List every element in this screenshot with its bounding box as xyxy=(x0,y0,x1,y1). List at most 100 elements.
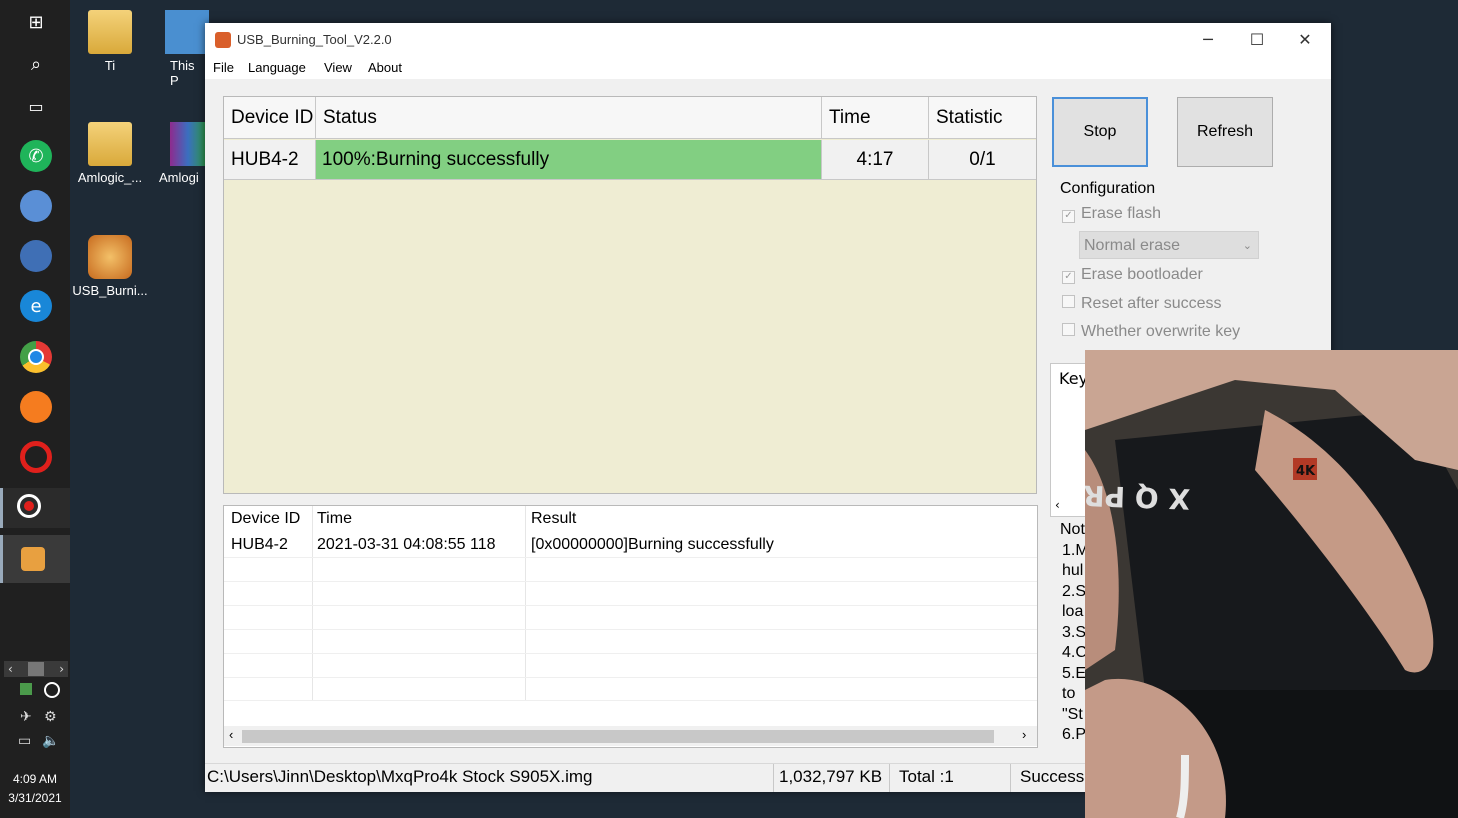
reset-after-success-label: Reset after success xyxy=(1081,295,1222,312)
folder-icon xyxy=(88,122,132,166)
log-header-result[interactable]: Result xyxy=(531,510,576,528)
desktop-icon-amlogic-folder[interactable]: Amlogic_... xyxy=(65,122,155,185)
erase-flash-label: Erase flash xyxy=(1081,205,1162,222)
search-icon[interactable]: ⌕ xyxy=(20,48,52,80)
row-divider xyxy=(224,653,1037,654)
log-cell-time[interactable]: 2021-03-31 04:08:55 118 xyxy=(317,536,496,554)
scroll-right-icon[interactable]: › xyxy=(59,662,64,676)
volume-icon[interactable]: 🔈 xyxy=(42,733,59,749)
title-bar[interactable]: USB_Burning_Tool_V2.2.0 ─ ☐ ✕ xyxy=(205,23,1331,57)
scroll-thumb[interactable] xyxy=(28,662,44,676)
erase-bootloader-label: Erase bootloader xyxy=(1081,266,1203,283)
status-divider xyxy=(1010,764,1011,792)
overwrite-key-checkbox[interactable]: Whether overwrite key xyxy=(1062,323,1240,341)
configuration-title: Configuration xyxy=(1060,180,1156,197)
overwrite-key-label: Whether overwrite key xyxy=(1081,323,1241,340)
grid-header-time[interactable]: Time xyxy=(822,97,929,139)
desktop-icon-label: USB_Burni... xyxy=(72,283,148,298)
reset-after-success-checkbox[interactable]: Reset after success xyxy=(1062,295,1222,313)
edge-icon[interactable]: e xyxy=(20,290,52,322)
device-grid: Device ID Status Time Statistic HUB4-2 1… xyxy=(223,96,1037,494)
row-divider xyxy=(224,677,1037,678)
checkbox-checked-icon: ✓ xyxy=(1062,271,1075,284)
erase-bootloader-checkbox[interactable]: ✓ Erase bootloader xyxy=(1062,266,1203,284)
log-header-time[interactable]: Time xyxy=(317,510,352,528)
update-icon[interactable]: ⚙ xyxy=(44,709,57,725)
desktop-icon-user[interactable]: Ti xyxy=(65,10,155,73)
whatsapp-icon[interactable]: ✆ xyxy=(20,140,52,172)
menu-language[interactable]: Language xyxy=(248,60,306,75)
menu-about[interactable]: About xyxy=(368,60,402,75)
menu-view[interactable]: View xyxy=(324,60,352,75)
maximize-icon[interactable]: ☐ xyxy=(1234,28,1280,52)
log-header-device-id[interactable]: Device ID xyxy=(231,510,300,528)
image-size: 1,032,797 KB xyxy=(779,767,883,786)
total-count: Total :1 xyxy=(899,767,954,786)
log-cell-result[interactable]: [0x00000000]Burning successfully xyxy=(531,536,774,554)
desktop-icon-usb-burning[interactable]: USB_Burni... xyxy=(65,235,155,298)
grid-header-device-id[interactable]: Device ID xyxy=(224,97,316,139)
scroll-left-icon[interactable]: ‹ xyxy=(229,727,233,742)
windows-start-icon[interactable]: ⊞ xyxy=(20,6,52,38)
refresh-button[interactable]: Refresh xyxy=(1177,97,1273,167)
camera-video-overlay: X Q PRO 4K xyxy=(1085,350,1458,818)
grid-cell-time[interactable]: 4:17 xyxy=(822,140,929,180)
firefox-icon[interactable] xyxy=(20,391,52,423)
checkbox-checked-icon: ✓ xyxy=(1062,210,1075,223)
camera-scene: X Q PRO 4K xyxy=(1085,350,1458,818)
stop-button[interactable]: Stop xyxy=(1052,97,1148,167)
image-path: C:\Users\Jinn\Desktop\MxqPro4k Stock S90… xyxy=(207,767,593,786)
taskbar-clock[interactable]: 4:09 AM 3/31/2021 xyxy=(0,770,70,808)
log-list: Device ID Time Result HUB4-2 2021-03-31 … xyxy=(223,505,1038,748)
desktop-icon-this-pc[interactable]: This P xyxy=(145,10,209,88)
record-tray-icon[interactable] xyxy=(44,682,60,698)
row-divider xyxy=(224,605,1037,606)
box-brand-text: X Q PRO xyxy=(1085,478,1191,516)
taskbar-usb-burning-tool[interactable] xyxy=(0,535,70,583)
key-panel-label: Key xyxy=(1059,369,1089,388)
taskbar-scroll[interactable]: ‹ › xyxy=(4,661,68,677)
row-divider xyxy=(224,557,1037,558)
desktop-icon-label: This P xyxy=(170,58,195,88)
record-icon xyxy=(17,494,41,518)
scroll-left-icon[interactable]: ‹ xyxy=(1055,498,1060,512)
taskbar-active-recorder[interactable] xyxy=(0,488,70,528)
grid-cell-statistic[interactable]: 0/1 xyxy=(929,140,1036,180)
display-icon[interactable]: ▭ xyxy=(18,733,31,749)
usb-burning-tool-icon xyxy=(88,235,132,279)
scroll-left-icon[interactable]: ‹ xyxy=(8,662,13,676)
grid-header-statistic[interactable]: Statistic xyxy=(929,97,1036,139)
desktop-icon-amlogic-archive[interactable]: Amlogi xyxy=(145,122,206,185)
nvidia-icon[interactable] xyxy=(20,683,32,695)
user-folder-icon xyxy=(88,10,132,54)
desktop-icon-label: Ti xyxy=(104,58,116,73)
status-divider xyxy=(773,764,774,792)
window-title: USB_Burning_Tool_V2.2.0 xyxy=(237,32,392,47)
clock-date: 3/31/2021 xyxy=(8,791,62,805)
scroll-thumb[interactable] xyxy=(242,730,994,743)
scroll-right-icon[interactable]: › xyxy=(1022,727,1026,742)
task-view-icon[interactable]: ▭ xyxy=(20,90,52,122)
menu-file[interactable]: File xyxy=(213,60,234,75)
minimize-icon[interactable]: ─ xyxy=(1185,28,1231,52)
grid-header-status[interactable]: Status xyxy=(316,97,822,139)
network-icon[interactable]: ✈ xyxy=(20,709,32,725)
configuration-group: Configuration ✓ Erase flash Normal erase … xyxy=(1052,180,1314,350)
success-count: Success: xyxy=(1020,767,1089,786)
grid-cell-status[interactable]: 100%:Burning successfully xyxy=(316,140,822,180)
grid-cell-device-id[interactable]: HUB4-2 xyxy=(224,140,316,180)
app-icon-2[interactable] xyxy=(20,240,52,272)
close-icon[interactable]: ✕ xyxy=(1282,28,1328,52)
checkbox-unchecked-icon xyxy=(1062,295,1075,308)
erase-flash-checkbox[interactable]: ✓ Erase flash xyxy=(1062,205,1161,223)
checkbox-unchecked-icon xyxy=(1062,323,1075,336)
status-text: 100%:Burning successfully xyxy=(322,149,550,170)
opera-icon[interactable] xyxy=(20,441,52,473)
chrome-icon[interactable] xyxy=(20,341,52,373)
desktop-icon-label: Amlogic_... xyxy=(77,170,143,185)
erase-mode-select[interactable]: Normal erase ⌄ xyxy=(1079,231,1259,259)
taskbar: ⊞ ⌕ ▭ ✆ e ‹ › ✈ ⚙ ▭ 🔈 4:09 AM 3/31/2021 xyxy=(0,0,70,818)
log-cell-device-id[interactable]: HUB4-2 xyxy=(231,536,288,554)
app-icon-1[interactable] xyxy=(20,190,52,222)
log-horizontal-scrollbar[interactable]: ‹ › xyxy=(224,726,1037,746)
